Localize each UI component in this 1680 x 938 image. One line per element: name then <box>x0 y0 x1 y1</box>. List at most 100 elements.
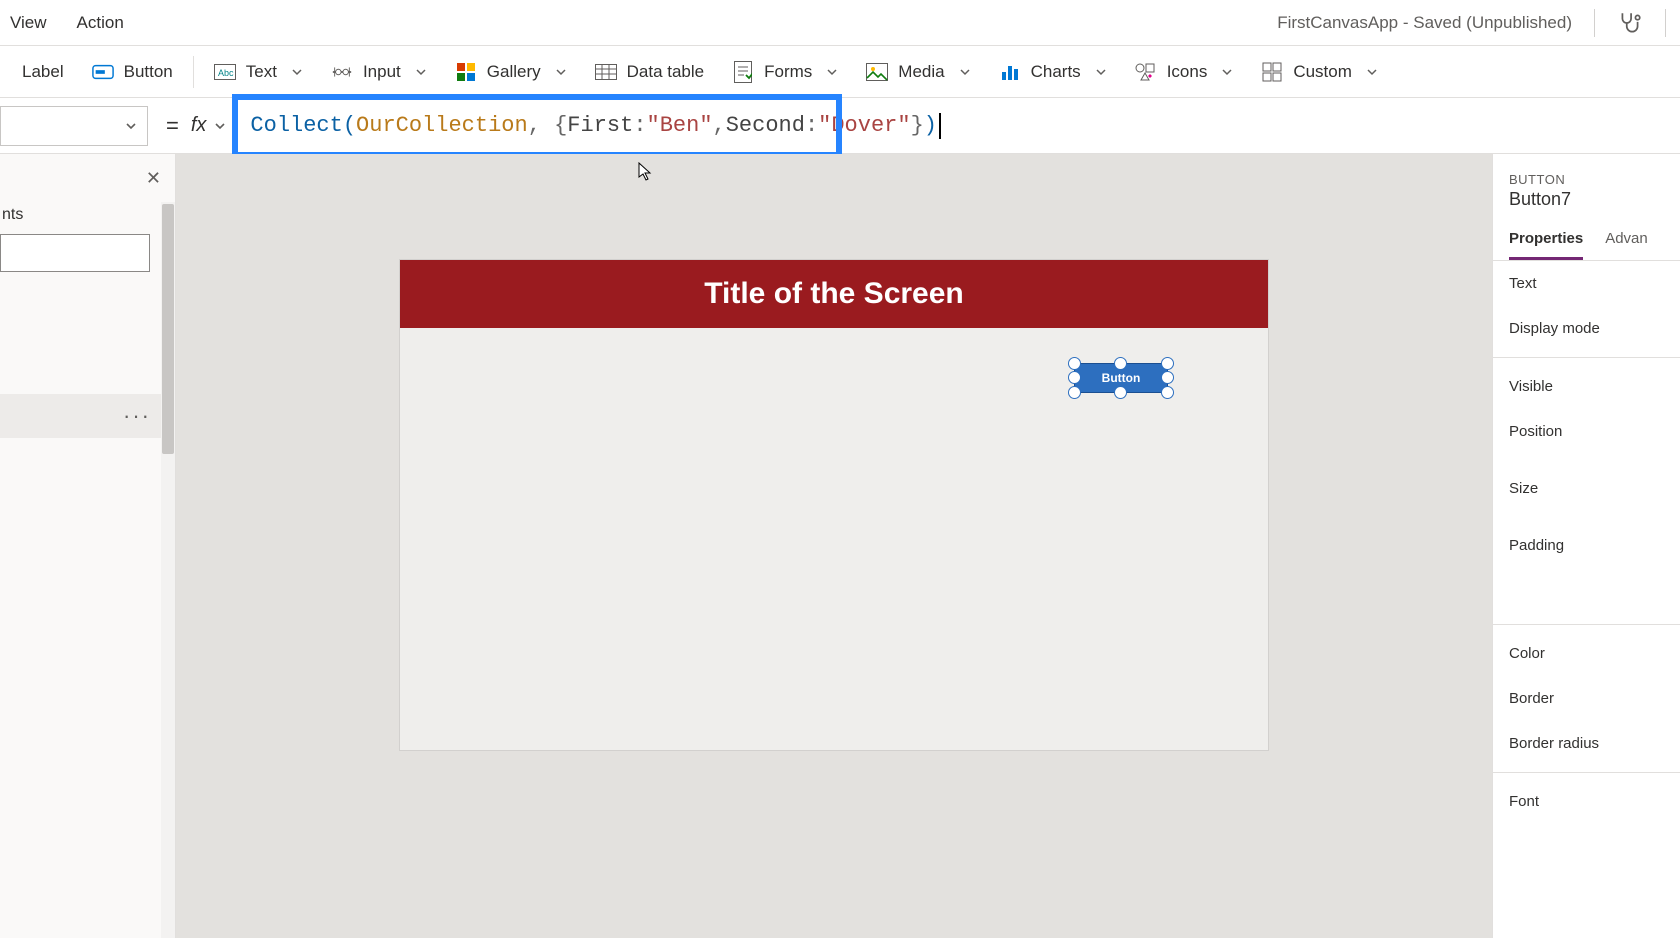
formula-token-function: Collect <box>250 113 342 138</box>
prop-row-position[interactable]: Position <box>1493 409 1680 454</box>
formula-token-punc: , { <box>528 113 568 138</box>
prop-row-text[interactable]: Text <box>1493 261 1680 306</box>
resize-handle[interactable] <box>1068 371 1081 384</box>
top-menu-bar: View Action FirstCanvasApp - Saved (Unpu… <box>0 0 1680 46</box>
ribbon-gallery-label: Gallery <box>487 62 541 82</box>
prop-row-font[interactable]: Font <box>1493 779 1680 824</box>
chevron-down-icon <box>555 66 567 78</box>
chevron-down-icon <box>1095 66 1107 78</box>
prop-row-visible[interactable]: Visible <box>1493 364 1680 409</box>
button-icon <box>92 61 114 83</box>
input-icon <box>331 61 353 83</box>
property-dropdown[interactable] <box>0 106 148 146</box>
ribbon-button[interactable]: Button <box>78 46 187 97</box>
properties-pane: BUTTON Button7 Properties Advan Text Dis… <box>1492 154 1680 938</box>
resize-handle[interactable] <box>1068 386 1081 399</box>
prop-row-size[interactable]: Size <box>1493 454 1680 511</box>
formula-token-identifier: OurCollection <box>356 113 528 138</box>
screen-title-bar: Title of the Screen <box>400 260 1268 328</box>
ribbon-input[interactable]: Input <box>317 46 441 97</box>
left-scrollbar[interactable] <box>161 202 175 938</box>
equals-sign: = <box>166 113 179 139</box>
prop-row-display-mode[interactable]: Display mode <box>1493 306 1680 351</box>
tree-view-pane: ✕ nts ··· <box>0 154 176 938</box>
chevron-down-icon <box>826 66 838 78</box>
resize-handle[interactable] <box>1114 357 1127 370</box>
ribbon-text[interactable]: Abc Text <box>200 46 317 97</box>
media-icon <box>866 61 888 83</box>
body-layout: ✕ nts ··· Title of the Screen Button <box>0 154 1680 938</box>
ribbon-data-table[interactable]: Data table <box>581 46 719 97</box>
chevron-down-icon <box>214 120 226 132</box>
prop-row-color[interactable]: Color <box>1493 631 1680 676</box>
ribbon-media[interactable]: Media <box>852 46 984 97</box>
formula-input[interactable]: Collect(OurCollection, {First: "Ben", Se… <box>232 98 1680 154</box>
canvas-button-label: Button <box>1102 371 1141 385</box>
close-icon[interactable]: ✕ <box>146 168 161 189</box>
menu-view[interactable]: View <box>10 13 47 33</box>
separator <box>1493 624 1680 625</box>
tab-advanced[interactable]: Advan <box>1605 222 1648 260</box>
resize-handle[interactable] <box>1161 357 1174 370</box>
prop-row-border-radius[interactable]: Border radius <box>1493 721 1680 766</box>
formula-token-paren: ) <box>924 113 937 138</box>
separator <box>1594 9 1595 37</box>
gallery-icon <box>455 61 477 83</box>
ribbon-forms[interactable]: Forms <box>718 46 852 97</box>
separator <box>193 56 194 88</box>
ribbon-icons[interactable]: Icons <box>1121 46 1248 97</box>
app-checker-icon[interactable] <box>1617 10 1643 36</box>
formula-token-string: "Ben" <box>647 113 713 138</box>
selected-control-name[interactable]: Button7 <box>1493 189 1680 222</box>
resize-handle[interactable] <box>1068 357 1081 370</box>
separator <box>1665 9 1666 37</box>
formula-token-punc: , <box>713 113 726 138</box>
ribbon-media-label: Media <box>898 62 944 82</box>
charts-icon <box>999 61 1021 83</box>
chevron-down-icon <box>291 66 303 78</box>
tab-properties[interactable]: Properties <box>1509 222 1583 260</box>
ribbon-label[interactable]: Label <box>8 46 78 97</box>
tree-item-selected[interactable]: ··· <box>0 394 175 438</box>
menu-action[interactable]: Action <box>77 13 124 33</box>
separator <box>1493 772 1680 773</box>
ribbon-gallery[interactable]: Gallery <box>441 46 581 97</box>
formula-token-string: "Dover" <box>818 113 910 138</box>
ribbon-charts-label: Charts <box>1031 62 1081 82</box>
chevron-down-icon <box>959 66 971 78</box>
text-icon: Abc <box>214 61 236 83</box>
ribbon-custom-label: Custom <box>1293 62 1352 82</box>
ribbon-button-text: Button <box>124 62 173 82</box>
chevron-down-icon <box>1366 66 1378 78</box>
app-title: FirstCanvasApp - Saved (Unpublished) <box>1277 13 1572 33</box>
resize-handle[interactable] <box>1114 386 1127 399</box>
ribbon-custom[interactable]: Custom <box>1247 46 1392 97</box>
separator <box>1493 357 1680 358</box>
formula-token-key: Second <box>726 113 805 138</box>
custom-icon <box>1261 61 1283 83</box>
app-canvas[interactable]: Title of the Screen Button <box>400 260 1268 750</box>
tree-search-input[interactable] <box>0 234 150 272</box>
forms-icon <box>732 61 754 83</box>
selected-control-type: BUTTON <box>1493 154 1680 189</box>
ribbon-icons-label: Icons <box>1167 62 1208 82</box>
ribbon-text-label: Text <box>246 62 277 82</box>
prop-row-padding[interactable]: Padding <box>1493 511 1680 568</box>
formula-token-punc: } <box>911 113 924 138</box>
resize-handle[interactable] <box>1161 371 1174 384</box>
fx-button[interactable]: fx <box>191 114 227 137</box>
resize-handle[interactable] <box>1161 386 1174 399</box>
formula-token-key: First <box>567 113 633 138</box>
scrollbar-thumb[interactable] <box>162 204 174 454</box>
ribbon-input-label: Input <box>363 62 401 82</box>
formula-bar: = fx Collect(OurCollection, {First: "Ben… <box>0 98 1680 154</box>
formula-token-punc: : <box>805 113 818 138</box>
ribbon-data-table-label: Data table <box>627 62 705 82</box>
chevron-down-icon <box>125 120 137 132</box>
ribbon-label-text: Label <box>22 62 64 82</box>
prop-row-border[interactable]: Border <box>1493 676 1680 721</box>
formula-token-punc: : <box>633 113 646 138</box>
formula-token-paren: ( <box>343 113 356 138</box>
ribbon-charts[interactable]: Charts <box>985 46 1121 97</box>
canvas-selected-button[interactable]: Button <box>1074 363 1168 393</box>
